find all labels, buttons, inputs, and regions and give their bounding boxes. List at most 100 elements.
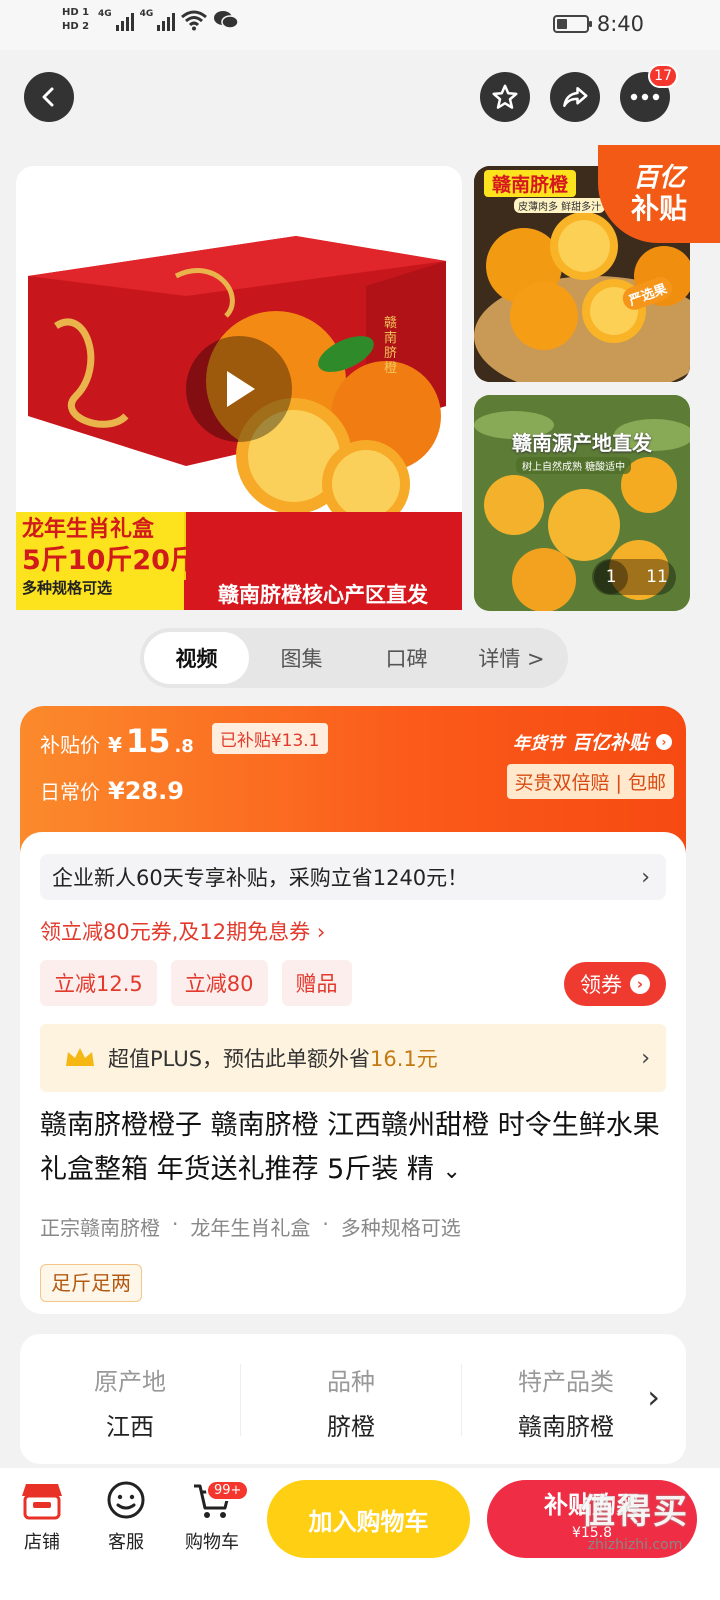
banner-sizes: 5斤10斤20斤 [22, 545, 197, 576]
more-badge: 17 [648, 64, 678, 88]
product-info-card: 企业新人60天专享补贴，采购立省1240元！ › 领立减80元券,及12期免息券… [20, 832, 686, 1314]
chip-gift[interactable]: 赠品 [281, 960, 352, 1006]
plus-text: 超值PLUS，预估此单额外省 [108, 1047, 371, 1071]
counter-current: 1 [594, 560, 629, 594]
chevron-left-icon [42, 87, 54, 107]
banner-line1: 龙年生肖礼盒 [22, 517, 155, 542]
service-button[interactable]: 客服 [90, 1480, 162, 1554]
status-bar: HD 1 HD 2 4G 4G 8:40 [0, 0, 720, 50]
currency-symbol: ¥ [108, 733, 122, 757]
favorite-button[interactable] [480, 72, 530, 122]
feature-sep: · [322, 1212, 329, 1236]
network-type-2: 4G [139, 9, 154, 19]
counter-total: 11 [646, 567, 668, 587]
banner-sub: 多种规格可选 [22, 579, 113, 597]
subsidy-price-label: 补贴价 [40, 733, 100, 757]
share-button[interactable] [550, 72, 600, 122]
share-icon [563, 87, 588, 107]
signal-icon-2: 4G [140, 9, 176, 31]
hd-indicators: HD 1 HD 2 [62, 6, 92, 34]
chevron-right-icon: › [647, 1378, 660, 1416]
subsidy-program-link[interactable]: 年货节 百亿补贴 › [513, 728, 672, 755]
spec-value: 赣南脐橙 [518, 1413, 614, 1441]
already-subsidy-tag: 已补贴¥13.1 [211, 723, 328, 754]
status-right: 8:40 [552, 12, 644, 36]
customer-service-icon [107, 1481, 145, 1519]
product-title[interactable]: 赣南脐橙橙子 赣南脐橙 江西赣州甜橙 时令生鲜水果礼盒整箱 年货送礼推荐 5斤装… [40, 1104, 666, 1194]
wifi-icon [181, 10, 208, 31]
add-to-cart-button[interactable]: 加入购物车 [267, 1480, 470, 1558]
chip-discount-12-5[interactable]: 立减12.5 [40, 960, 157, 1006]
feature-sep: · [172, 1212, 179, 1236]
spec-value: 脐橙 [327, 1413, 375, 1441]
regular-price-value: ¥28.9 [108, 777, 184, 805]
shop-label: 店铺 [24, 1532, 60, 1553]
status-time: 8:40 [596, 12, 644, 36]
subsidy-corner-line1: 百亿 [632, 163, 685, 193]
plus-banner[interactable]: 超值PLUS，预估此单额外省 16.1元 › [40, 1024, 666, 1092]
gallery-counter: 1 11 [592, 559, 676, 595]
thumb2-sub: 树上自然成熟 糖酸适中 [516, 457, 632, 474]
thumb1-sub: 皮薄肉多 鲜甜多汁 [514, 198, 606, 213]
banner-tagline: 赣南脐橙核心产区直发 [184, 580, 462, 610]
enterprise-subsidy-banner[interactable]: 企业新人60天专享补贴，采购立省1240元！ › [40, 854, 666, 900]
media-tabs: 视频 图集 口碑 详情 > [140, 628, 568, 688]
crown-icon [66, 1048, 94, 1066]
chevron-right-icon: › [641, 1045, 650, 1071]
coupon-link[interactable]: 领立减80元券,及12期免息券 › [40, 916, 325, 946]
cart-badge: 99+ [206, 1480, 250, 1501]
banner-badge: 龙年生肖礼盒 5斤10斤20斤 多种规格可选 [16, 512, 197, 610]
status-left: HD 1 HD 2 4G 4G [62, 6, 240, 34]
play-icon [227, 371, 255, 407]
bottom-action-bar: 店铺 客服 购物车 99+ 加入购物车 补贴购买 ¥15.8 值得买 zhizh… [0, 1468, 720, 1600]
subsidy-price-int: 15 [125, 722, 171, 760]
subsidy-corner-line2: 补贴 [630, 192, 687, 225]
program-tag: 百亿补贴 [571, 732, 648, 754]
service-label: 客服 [108, 1532, 144, 1553]
shop-button[interactable]: 店铺 [6, 1480, 78, 1554]
product-title-text: 赣南脐橙橙子 赣南脐橙 江西赣州甜橙 时令生鲜水果礼盒整箱 年货送礼推荐 5斤装… [40, 1110, 660, 1185]
claim-coupon-button[interactable]: 领券 › [564, 962, 666, 1006]
battery-icon [552, 15, 592, 33]
arrow-circle-icon: › [656, 733, 672, 750]
plus-amount: 16.1元 [370, 1047, 438, 1071]
shop-icon [22, 1484, 62, 1520]
tab-video[interactable]: 视频 [144, 632, 249, 684]
spec-label: 品种 [327, 1368, 375, 1396]
chip-discount-80[interactable]: 立减80 [170, 960, 268, 1006]
main-product-image[interactable]: 赣南脐橙 龙年生肖礼盒 5斤10斤20斤 多种规格可选 赣南脐橙核心产区直发 [16, 166, 462, 610]
box-print-text: 赣南脐橙 [384, 316, 398, 376]
spec-item: 品种 脐橙 [241, 1362, 461, 1442]
network-type-1: 4G [98, 9, 112, 19]
tab-reviews[interactable]: 口碑 [354, 632, 459, 684]
arrow-circle-icon: › [630, 974, 650, 994]
feature-item: 正宗赣南脐橙 [40, 1216, 160, 1240]
spec-label: 特产品类 [518, 1368, 614, 1396]
subsidy-price-row: 补贴价 ¥ 15 .8 已补贴¥13.1 [40, 722, 328, 760]
feature-item: 多种规格可选 [340, 1216, 461, 1240]
weight-guarantee-tag: 足斤足两 [40, 1264, 142, 1302]
cart-button[interactable]: 购物车 99+ [176, 1480, 250, 1554]
hd1-label: HD 1 [62, 7, 90, 18]
tab-gallery[interactable]: 图集 [249, 632, 354, 684]
more-dots-icon [630, 93, 660, 101]
coupon-text: 领立减80元券,及12期免息券 [40, 920, 311, 944]
watermark: 值得买 zhizhizhi.com [560, 1484, 710, 1553]
cart-label: 购物车 [185, 1532, 239, 1553]
back-button[interactable] [24, 72, 74, 122]
wechat-icon [214, 11, 240, 29]
spec-card[interactable]: 原产地 江西 品种 脐橙 特产品类 赣南脐橙 › [20, 1334, 686, 1464]
more-button[interactable]: 17 [620, 64, 678, 122]
play-video-button[interactable] [186, 336, 292, 442]
watermark-domain: zhizhizhi.com [587, 1537, 683, 1553]
spec-divider [461, 1364, 462, 1436]
spec-value: 江西 [106, 1413, 154, 1441]
chevron-down-icon: ⌄ [442, 1159, 461, 1184]
tab-details[interactable]: 详情 > [459, 632, 564, 684]
gallery-thumb-2[interactable]: 赣南源产地直发 树上自然成熟 糖酸适中 1 11 [474, 395, 690, 611]
chevron-right-icon: › [641, 864, 650, 890]
spec-item: 原产地 江西 [20, 1362, 240, 1442]
feature-item: 龙年生肖礼盒 [190, 1216, 311, 1240]
claim-coupon-label: 领券 [580, 973, 622, 997]
festival-tag: 年货节 [512, 734, 564, 754]
